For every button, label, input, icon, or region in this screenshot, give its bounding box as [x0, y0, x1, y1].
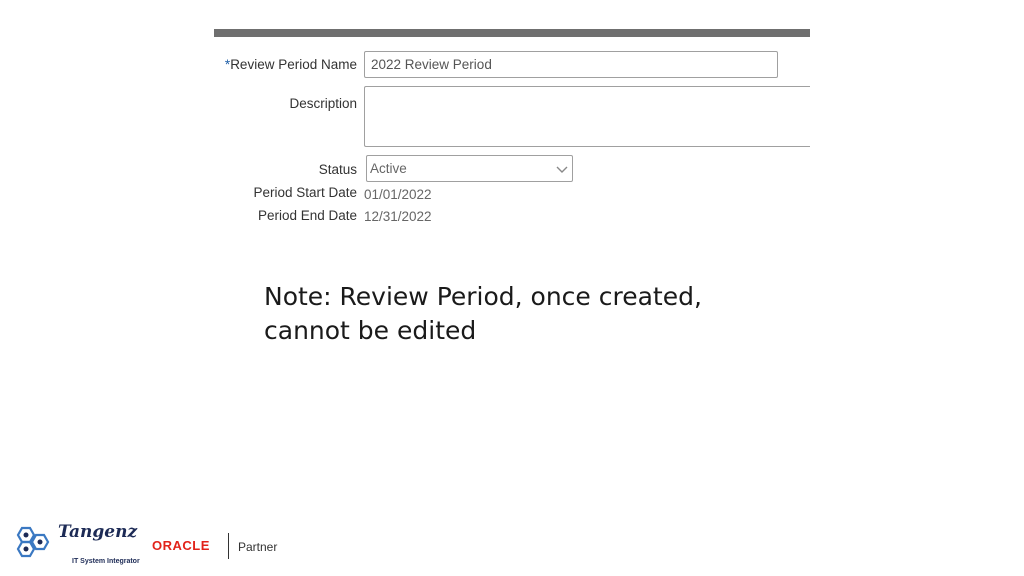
period-start-date-value: 01/01/2022	[364, 187, 432, 202]
partner-label: Partner	[238, 540, 278, 554]
review-period-name-label: *Review Period Name	[225, 57, 357, 72]
status-label: Status	[318, 162, 357, 177]
status-selected-value: Active	[370, 161, 407, 176]
logo-divider	[228, 533, 229, 559]
chevron-down-icon[interactable]	[555, 162, 569, 176]
description-label: Description	[289, 96, 357, 111]
brand-name: Tangenz	[58, 522, 138, 542]
description-textarea[interactable]	[364, 86, 810, 147]
oracle-logo: ORACLE	[152, 538, 210, 553]
period-end-date-label: Period End Date	[257, 208, 357, 223]
note-text: Note: Review Period, once created, canno…	[264, 282, 702, 345]
review-period-name-input[interactable]	[364, 51, 778, 78]
status-select[interactable]: Active	[366, 155, 573, 182]
form-header-bar	[214, 29, 810, 37]
hexagon-cluster-icon	[16, 526, 50, 558]
review-period-name-label-text: Review Period Name	[230, 57, 357, 72]
period-end-date-value: 12/31/2022	[364, 209, 432, 224]
brand-tagline: IT System Integrator	[72, 558, 140, 565]
period-start-date-label: Period Start Date	[253, 185, 357, 200]
